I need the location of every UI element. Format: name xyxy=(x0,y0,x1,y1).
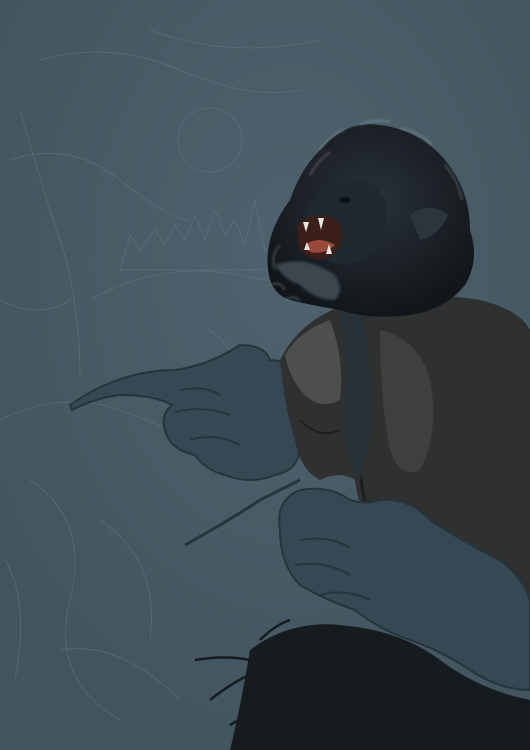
werewolf-painting xyxy=(0,0,530,750)
eye xyxy=(339,197,351,203)
artwork-canvas xyxy=(0,0,530,750)
